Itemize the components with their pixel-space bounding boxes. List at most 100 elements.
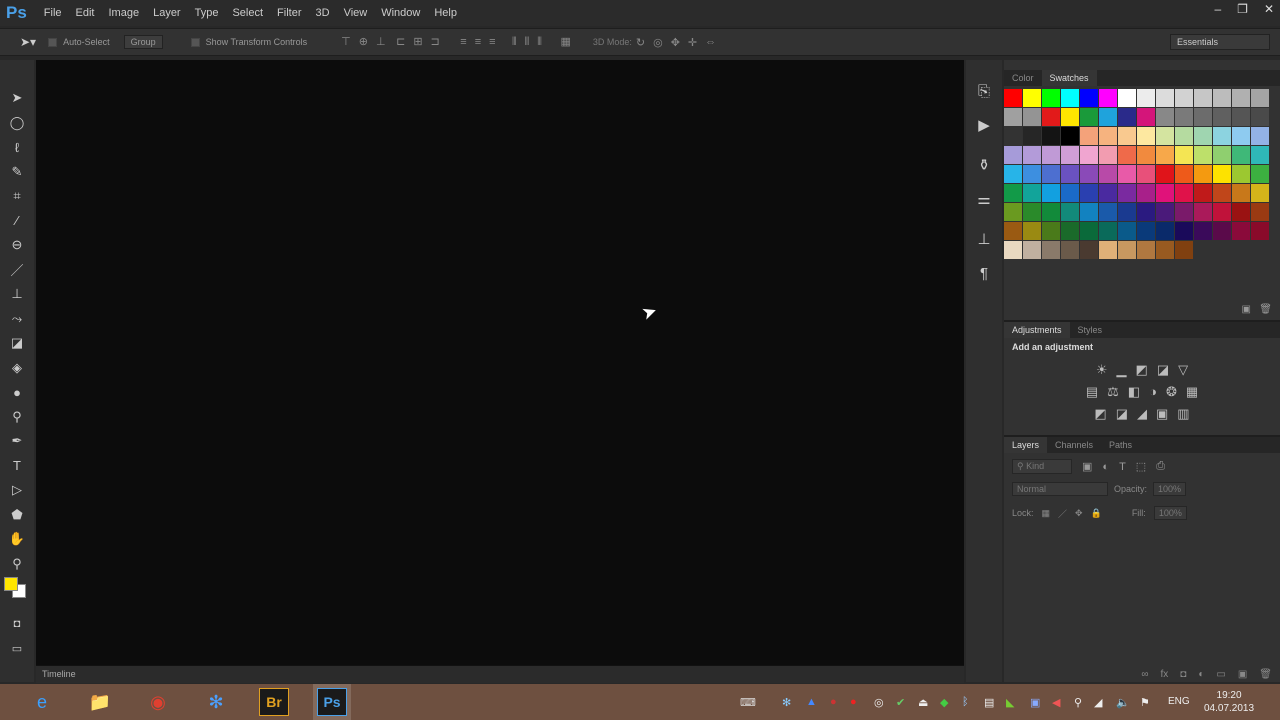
channel-mixer-icon[interactable]: ❂ <box>1166 384 1177 400</box>
posterize-icon[interactable]: ◪ <box>1116 406 1128 422</box>
color-swatch[interactable] <box>1156 203 1174 221</box>
color-swatch[interactable] <box>1099 127 1117 145</box>
menu-help[interactable]: Help <box>434 7 457 19</box>
color-swatch[interactable] <box>1194 222 1212 240</box>
brush-presets-panel-icon[interactable]: ⚱ <box>966 148 1002 182</box>
color-swatch[interactable] <box>1232 203 1250 221</box>
color-swatch[interactable] <box>1080 203 1098 221</box>
distribute-hcenter-icon[interactable]: ⫴ <box>525 36 530 48</box>
taskbar-internet-explorer[interactable]: e <box>22 686 62 718</box>
restore-button[interactable]: ❐ <box>1237 2 1248 16</box>
taskbar-bridge[interactable]: Br <box>259 688 289 716</box>
color-swatch[interactable] <box>1061 241 1079 259</box>
color-swatch[interactable] <box>1080 222 1098 240</box>
align-hcenter-icon[interactable]: ⊞ <box>413 36 422 48</box>
layer-style-icon[interactable]: fx <box>1161 669 1169 680</box>
color-swatch[interactable] <box>1156 89 1174 107</box>
curves-icon[interactable]: ◩ <box>1136 362 1148 378</box>
color-swatch[interactable] <box>1213 222 1231 240</box>
taskbar-file-explorer[interactable]: 📁 <box>80 686 120 718</box>
color-swatch[interactable] <box>1004 108 1022 126</box>
close-button[interactable]: ✕ <box>1264 2 1274 16</box>
color-swatch[interactable] <box>1080 146 1098 164</box>
color-swatch[interactable] <box>1213 146 1231 164</box>
vibrance-icon[interactable]: ▽ <box>1178 362 1188 378</box>
color-swatch[interactable] <box>1251 127 1269 145</box>
color-swatch[interactable] <box>1156 184 1174 202</box>
color-swatch[interactable] <box>1213 203 1231 221</box>
color-swatch[interactable] <box>1004 203 1022 221</box>
selective-color-icon[interactable]: ▣ <box>1156 406 1168 422</box>
tab-swatches[interactable]: Swatches <box>1041 70 1097 86</box>
color-swatch[interactable] <box>1213 108 1231 126</box>
color-swatch[interactable] <box>1137 184 1155 202</box>
new-group-icon[interactable]: ▭ <box>1216 669 1225 680</box>
color-swatch[interactable] <box>1061 222 1079 240</box>
blur-tool-icon[interactable]: ● <box>0 380 34 405</box>
color-swatch[interactable] <box>1194 108 1212 126</box>
auto-align-icon[interactable]: ▦ <box>560 36 570 48</box>
color-swatch[interactable] <box>1061 127 1079 145</box>
language-indicator[interactable]: ENG <box>1168 696 1190 707</box>
tray-app-icon[interactable]: ◎ <box>874 696 884 709</box>
add-mask-icon[interactable]: ◘ <box>1180 669 1186 680</box>
move-tool-preset-icon[interactable]: ➤▾ <box>20 35 36 49</box>
lock-all-icon[interactable]: 🔒 <box>1091 508 1102 519</box>
link-layers-icon[interactable]: ∞ <box>1141 669 1148 680</box>
tray-app-icon[interactable]: ◆ <box>940 696 948 709</box>
distribute-left-icon[interactable]: ⫴ <box>512 36 517 48</box>
bluetooth-icon[interactable]: ᛒ <box>962 696 969 708</box>
align-vcenter-icon[interactable]: ⊕ <box>359 36 368 48</box>
color-swatch[interactable] <box>1156 108 1174 126</box>
menu-filter[interactable]: Filter <box>277 7 301 19</box>
color-swatch[interactable] <box>1023 146 1041 164</box>
color-swatch[interactable] <box>1023 165 1041 183</box>
color-swatch[interactable] <box>1080 89 1098 107</box>
marquee-tool-icon[interactable]: ◯ <box>0 111 34 136</box>
color-swatch[interactable] <box>1004 127 1022 145</box>
action-center-flag-icon[interactable]: ⚑ <box>1140 696 1150 709</box>
color-swatch[interactable] <box>1099 203 1117 221</box>
color-swatch[interactable] <box>1042 165 1060 183</box>
new-layer-icon[interactable]: ▣ <box>1238 669 1247 680</box>
layer-filter-dropdown[interactable]: ⚲ Kind <box>1012 459 1072 474</box>
menu-select[interactable]: Select <box>232 7 263 19</box>
brightness-contrast-icon[interactable]: ☀ <box>1096 362 1108 378</box>
color-swatch[interactable] <box>1023 241 1041 259</box>
color-swatch[interactable] <box>1042 127 1060 145</box>
lock-transparent-icon[interactable]: ▦ <box>1042 508 1051 519</box>
distribute-top-icon[interactable]: ≡ <box>460 36 466 48</box>
lock-position-icon[interactable]: ✥ <box>1075 508 1083 519</box>
color-swatch[interactable] <box>1118 241 1136 259</box>
color-swatch[interactable] <box>1042 89 1060 107</box>
color-balance-icon[interactable]: ⚖ <box>1107 384 1119 400</box>
delete-layer-icon[interactable]: 🗑 <box>1259 669 1272 680</box>
tab-layers[interactable]: Layers <box>1004 437 1048 453</box>
taskbar-app-flower[interactable]: ✻ <box>196 686 236 718</box>
new-swatch-icon[interactable]: ▣ <box>1242 304 1251 315</box>
taskbar-photoshop[interactable]: Ps <box>313 684 351 720</box>
color-swatch[interactable] <box>1232 108 1250 126</box>
color-swatch[interactable] <box>1118 184 1136 202</box>
color-swatch[interactable] <box>1194 146 1212 164</box>
color-swatch[interactable] <box>1099 222 1117 240</box>
levels-icon[interactable]: ▁ <box>1117 362 1127 378</box>
timeline-panel-tab[interactable]: Timeline <box>36 665 964 683</box>
pen-tool-icon[interactable]: ✒ <box>0 429 34 454</box>
taskbar-chrome[interactable]: ◉ <box>138 686 178 718</box>
tray-app-icon[interactable]: ✻ <box>782 696 791 709</box>
invert-icon[interactable]: ◩ <box>1094 406 1106 422</box>
menu-view[interactable]: View <box>344 7 368 19</box>
color-swatch[interactable] <box>1137 165 1155 183</box>
show-transform-checkbox[interactable] <box>190 37 200 47</box>
color-swatch[interactable] <box>1232 89 1250 107</box>
color-swatch[interactable] <box>1080 127 1098 145</box>
color-swatch[interactable] <box>1175 165 1193 183</box>
color-swatch[interactable] <box>1251 146 1269 164</box>
color-swatch[interactable] <box>1232 146 1250 164</box>
delete-swatch-icon[interactable]: 🗑 <box>1259 304 1272 315</box>
color-swatch[interactable] <box>1232 127 1250 145</box>
color-swatch[interactable] <box>1099 146 1117 164</box>
color-swatch[interactable] <box>1137 241 1155 259</box>
color-swatch[interactable] <box>1118 146 1136 164</box>
